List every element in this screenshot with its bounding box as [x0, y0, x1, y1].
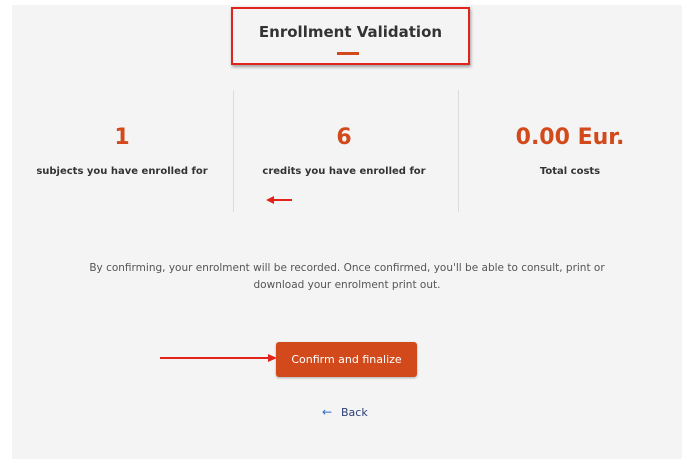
back-label: Back	[341, 406, 368, 419]
enrollment-validation-page: Enrollment Validation 1 subjects you hav…	[12, 5, 682, 459]
confirmation-info-line: By confirming, your enrolment will be re…	[89, 262, 605, 274]
confirmation-info: By confirming, your enrolment will be re…	[72, 260, 622, 294]
arrow-left-icon: ←	[322, 405, 333, 419]
back-link[interactable]: ← Back	[322, 403, 368, 421]
subjects-count: 1	[114, 125, 130, 150]
enrollment-summary: 1 subjects you have enrolled for 6 credi…	[12, 90, 682, 212]
confirmation-info-line: download your enrolment print out.	[253, 279, 441, 291]
credits-count: 6	[336, 125, 352, 150]
stat-costs: 0.00 Eur. Total costs	[460, 90, 680, 212]
title-highlight-box: Enrollment Validation	[231, 7, 470, 65]
credits-label: credits you have enrolled for	[262, 166, 426, 177]
stat-credits: 6 credits you have enrolled for	[234, 90, 454, 212]
total-cost: 0.00 Eur.	[515, 125, 625, 150]
page-title: Enrollment Validation	[258, 23, 443, 41]
stat-divider	[458, 90, 459, 212]
confirm-and-finalize-button[interactable]: Confirm and finalize	[276, 342, 417, 377]
total-cost-label: Total costs	[539, 166, 601, 177]
subjects-label: subjects you have enrolled for	[36, 166, 208, 177]
stat-subjects: 1 subjects you have enrolled for	[12, 90, 232, 212]
title-underline	[337, 52, 359, 55]
